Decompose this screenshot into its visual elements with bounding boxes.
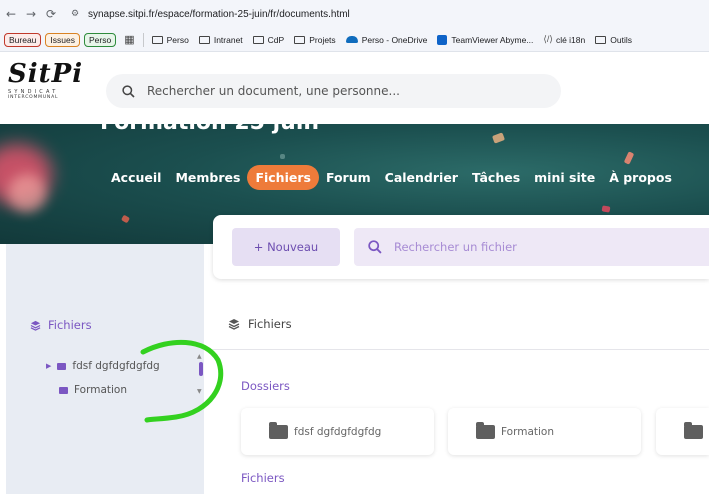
sidebar-files-label: Fichiers — [48, 318, 92, 332]
folder-icon — [252, 35, 264, 44]
logo-subtitle-2: INTERCOMMUNAL — [8, 95, 59, 100]
folder-card-formation[interactable]: Formation — [448, 408, 641, 455]
bookmark-cdp[interactable]: CdP — [252, 35, 284, 45]
global-search-input[interactable]: Rechercher un document, une personne... — [106, 74, 561, 108]
layers-icon — [30, 320, 41, 331]
space-nav: Accueil Membres Fichiers Forum Calendrie… — [104, 164, 679, 191]
folders-section-title: Dossiers — [241, 379, 290, 393]
folder-card-partial[interactable] — [656, 408, 709, 455]
apps-grid-icon[interactable]: ▦ — [124, 33, 134, 46]
bookmark-bureau[interactable]: Bureau — [4, 32, 42, 47]
global-search-placeholder: Rechercher un document, une personne... — [147, 84, 400, 98]
bookmark-issues[interactable]: Issues — [45, 32, 80, 47]
forward-arrow-icon[interactable]: → — [22, 7, 40, 21]
scroll-up-icon[interactable]: ▲ — [197, 353, 202, 360]
bookmark-outils[interactable]: Outils — [595, 35, 632, 45]
tree-item-label: Formation — [74, 384, 127, 396]
reload-icon[interactable]: ⟳ — [42, 7, 60, 21]
confetti — [120, 214, 131, 224]
bookmark-intranet[interactable]: Intranet — [198, 35, 243, 45]
folder-icon — [198, 35, 210, 44]
confetti — [280, 154, 285, 159]
main-files-title: Fichiers — [248, 317, 292, 331]
search-icon — [368, 240, 382, 254]
tree-scrollbar-thumb[interactable] — [199, 362, 203, 376]
files-main: Fichiers Dossiers fdsf dgfdgfdgfdg Forma… — [204, 279, 709, 494]
url-field[interactable]: synapse.sitpi.fr/espace/formation-25-jui… — [88, 9, 350, 20]
space-title: Formation 25 juin — [100, 124, 319, 135]
scroll-down-icon[interactable]: ▼ — [197, 388, 202, 395]
nav-a-propos[interactable]: À propos — [602, 164, 679, 191]
folder-icon — [269, 421, 288, 439]
site-info-icon[interactable]: ⚙ — [68, 7, 82, 21]
bookmark-separator — [142, 32, 144, 47]
back-arrow-icon[interactable]: ← — [2, 7, 20, 21]
folder-icon — [476, 421, 495, 439]
folder-icon — [59, 386, 68, 394]
confetti — [601, 205, 611, 213]
code-icon: ⟨/⟩ — [543, 34, 553, 44]
bookmark-teamviewer[interactable]: TeamViewer Abyme... — [437, 34, 533, 45]
bookmark-cle-i18n[interactable]: ⟨/⟩ clé i18n — [543, 34, 585, 45]
nav-fichiers[interactable]: Fichiers — [247, 165, 319, 190]
folder-icon — [684, 421, 703, 439]
sidebar-files-header[interactable]: Fichiers — [30, 318, 92, 332]
logo-wordmark: SitPi — [8, 59, 84, 89]
nav-membres[interactable]: Membres — [168, 164, 247, 191]
file-search-placeholder: Rechercher un fichier — [394, 240, 517, 254]
folder-card-label: Formation — [501, 425, 554, 438]
bookmark-onedrive[interactable]: Perso - OneDrive — [345, 35, 427, 45]
bookmark-projets[interactable]: Projets — [294, 35, 336, 45]
tree-item-formation[interactable]: Formation — [59, 384, 127, 396]
sitpi-logo[interactable]: SitPi SYNDICAT INTERCOMMUNAL — [8, 59, 98, 108]
search-icon — [122, 84, 135, 98]
expand-caret-icon[interactable]: ▶ — [46, 362, 51, 370]
address-bar: ← → ⟳ ⚙ synapse.sitpi.fr/espace/formatio… — [0, 0, 709, 28]
folder-icon — [151, 35, 163, 44]
doc-icon — [595, 35, 607, 44]
tree-item-fdsf[interactable]: ▶ fdsf dgfdgfdgfdg — [46, 360, 160, 372]
nav-accueil[interactable]: Accueil — [104, 164, 168, 191]
onedrive-cloud-icon — [345, 36, 358, 43]
files-toolbar: + Nouveau Rechercher un fichier — [213, 215, 709, 279]
file-tree-sidebar: Fichiers ▶ fdsf dgfdgfdgfdg Formation ▲ … — [6, 244, 204, 494]
nav-forum[interactable]: Forum — [319, 164, 378, 191]
bookmark-perso-green[interactable]: Perso — [84, 32, 117, 47]
site-header: SitPi SYNDICAT INTERCOMMUNAL Rechercher … — [0, 52, 709, 124]
folder-icon — [57, 362, 67, 370]
nav-calendrier[interactable]: Calendrier — [378, 164, 465, 191]
decorative-blob — [8, 174, 46, 212]
file-search-input[interactable]: Rechercher un fichier — [354, 228, 709, 266]
header-divider — [204, 349, 709, 350]
confetti — [491, 132, 506, 144]
nav-taches[interactable]: Tâches — [465, 164, 527, 191]
main-files-header: Fichiers — [228, 317, 292, 331]
bookmarks-bar: Bureau Issues Perso ▦ Perso Intranet CdP… — [0, 28, 709, 52]
tree-item-label: fdsf dgfdgfdgfdg — [72, 360, 160, 372]
bookmark-perso[interactable]: Perso — [151, 35, 189, 45]
confetti — [623, 151, 635, 165]
nav-mini-site[interactable]: mini site — [527, 164, 602, 191]
new-button[interactable]: + Nouveau — [232, 228, 340, 266]
teamviewer-icon — [437, 34, 448, 45]
folder-card-fdsf[interactable]: fdsf dgfdgfdgfdg — [241, 408, 434, 455]
folder-card-label: fdsf dgfdgfdgfdg — [294, 425, 382, 438]
layers-icon — [228, 319, 240, 330]
folder-icon — [294, 35, 306, 44]
files-section-title: Fichiers — [241, 471, 285, 485]
